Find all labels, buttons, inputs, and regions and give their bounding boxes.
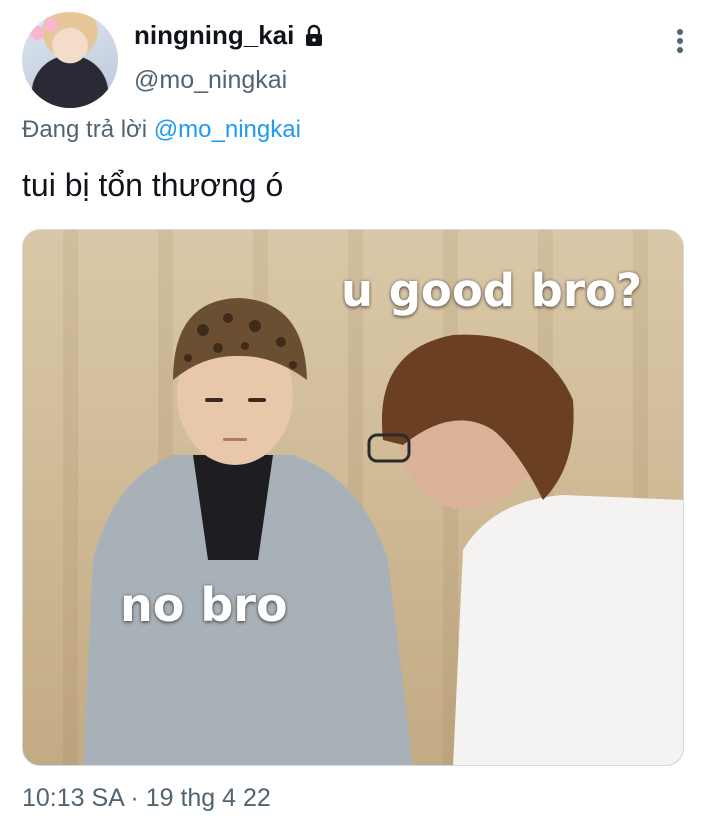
user-handle[interactable]: @mo_ningkai [134,66,287,95]
reply-mention-link[interactable]: @mo_ningkai [154,116,301,143]
display-name[interactable]: ningning_kai [134,20,294,51]
more-vertical-icon[interactable] [670,26,690,56]
reply-prefix: Đang trả lời [22,116,148,143]
tweet-text: tui bị tổn thương ó [22,167,284,203]
author-name-row: ningning_kai [134,20,326,51]
tweet-timestamp[interactable]: 10:13 SA · 19 thg 4 22 [22,784,271,813]
avatar[interactable] [22,12,118,108]
avatar-decoration [44,18,58,32]
tweet-media-image[interactable]: u good bro? no bro [22,229,684,766]
meme-caption-bottom: no bro [120,578,288,632]
reply-context: Đang trả lời @mo_ningkai [22,116,301,144]
meme-caption-top: u good bro? [341,264,643,317]
avatar-decoration [30,26,44,40]
lock-icon [306,24,323,46]
